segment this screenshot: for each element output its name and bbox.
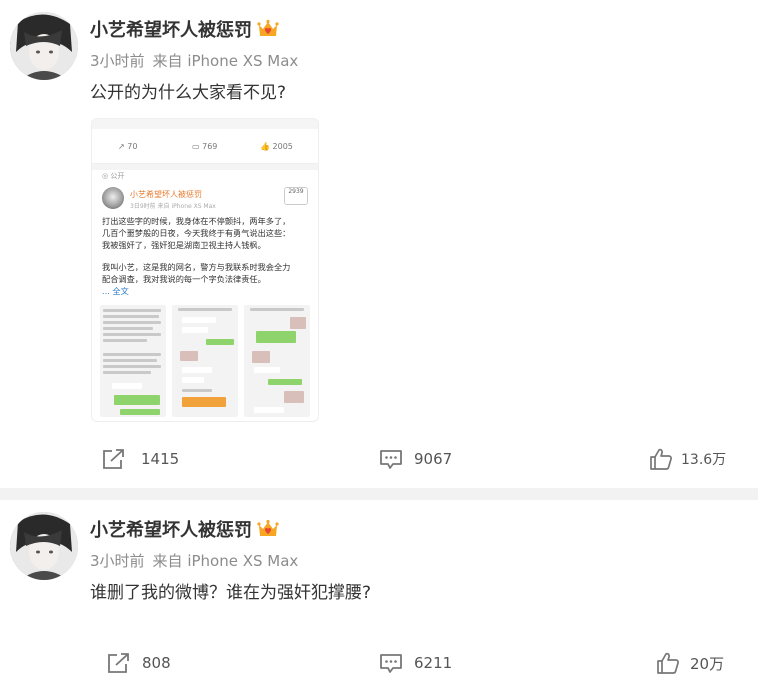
repost-icon <box>103 449 124 469</box>
thumbnail-line: 我叫小艺，这是我的网名，警方与我联系时我会全力 <box>102 262 291 272</box>
comment-icon <box>380 654 402 673</box>
post-text: 公开的为什么大家看不见? <box>90 83 287 103</box>
post-source: 来自 iPhone XS Max <box>152 552 299 570</box>
thumbs-up-icon <box>650 448 672 470</box>
thumbnail-reposts: ↗ 70 <box>118 142 138 151</box>
comment-icon <box>380 450 402 469</box>
thumbnail-line: 几百个噩梦般的日夜，今天我终于有勇气说出这些： <box>102 228 291 238</box>
post-time[interactable]: 3小时前 <box>90 52 145 70</box>
username-text[interactable]: 小艺希望坏人被惩罚 <box>90 20 252 41</box>
thumbnail-body: 打出这些字的时候，我身体在不停颤抖，两年多了， 几百个噩梦般的日夜，今天我终于有… <box>102 215 310 297</box>
thumbnail-chat-screenshots <box>100 305 310 417</box>
chat-screenshot <box>244 305 310 417</box>
thumbnail-separator <box>92 164 318 170</box>
comment-button[interactable]: 6211 <box>378 648 452 678</box>
comment-count: 9067 <box>414 450 453 468</box>
thumbs-up-icon <box>657 652 679 674</box>
post-text: 谁删了我的微博？谁在为强奸犯撑腰? <box>90 583 372 603</box>
thumbnail-comments: ▭ 769 <box>192 142 218 151</box>
post-source: 来自 iPhone XS Max <box>152 52 299 70</box>
feed-divider <box>0 488 758 500</box>
weibo-feed: 小艺希望坏人被惩罚 3小时前 来自 iPhone XS Max 公开的为什么大家看… <box>0 0 758 682</box>
repost-count: 1415 <box>141 450 180 468</box>
repost-button[interactable]: 808 <box>106 648 171 678</box>
thumbnail-visibility: ◎ 公开 <box>102 172 125 180</box>
thumbnail-avatar <box>102 187 124 209</box>
thumbnail-username: 小艺希望坏人被惩罚 <box>130 190 202 199</box>
username[interactable]: 小艺希望坏人被惩罚 <box>90 516 279 542</box>
thumbnail-line: 我被强奸了，强奸犯是湖南卫视主持人钱枫。 <box>102 240 266 250</box>
thumbnail-likes: 👍 2005 <box>260 142 293 151</box>
thumbnail-line: 配合调查，我对我说的每一个字负法律责任。 <box>102 274 266 284</box>
repost-icon <box>108 653 129 673</box>
repost-button[interactable]: 1415 <box>101 444 179 474</box>
like-count: 20万 <box>690 654 725 673</box>
avatar-image <box>10 512 78 580</box>
username-text[interactable]: 小艺希望坏人被惩罚 <box>90 520 252 541</box>
post-image-thumbnail[interactable]: ↗ 70 ▭ 769 👍 2005 ◎ 公开 小艺希望坏人被惩罚 3日9时前 来… <box>91 118 319 422</box>
weibo-post: 小艺希望坏人被惩罚 3小时前 来自 iPhone XS Max 谁删了我的微博？谁… <box>0 500 758 682</box>
thumbnail-follow-count: 2939 <box>284 187 308 205</box>
thumbnail-top-strip <box>92 119 318 129</box>
avatar[interactable] <box>10 512 78 580</box>
avatar-image <box>10 12 78 80</box>
chat-screenshot <box>172 305 238 417</box>
post-action-bar: 1415 9067 13.6万 <box>0 444 758 474</box>
avatar[interactable] <box>10 12 78 80</box>
chat-screenshot <box>100 305 166 417</box>
post-meta: 3小时前 来自 iPhone XS Max <box>90 50 298 71</box>
thumbnail-line: 打出这些字的时候，我身体在不停颤抖，两年多了， <box>102 216 291 226</box>
post-time[interactable]: 3小时前 <box>90 552 145 570</box>
thumbnail-meta: 3日9时前 来自 iPhone XS Max <box>130 203 216 210</box>
post-action-bar: 808 6211 20万 <box>0 648 758 678</box>
like-button[interactable]: 20万 <box>656 648 724 678</box>
username[interactable]: 小艺希望坏人被惩罚 <box>90 16 279 42</box>
post-meta: 3小时前 来自 iPhone XS Max <box>90 550 298 571</box>
comment-count: 6211 <box>414 654 453 672</box>
repost-count: 808 <box>142 654 171 672</box>
crown-badge-icon <box>257 19 279 36</box>
weibo-post: 小艺希望坏人被惩罚 3小时前 来自 iPhone XS Max 公开的为什么大家看… <box>0 0 758 488</box>
thumbnail-action-bar: ↗ 70 ▭ 769 👍 2005 <box>92 133 318 164</box>
comment-button[interactable]: 9067 <box>378 444 452 474</box>
like-button[interactable]: 13.6万 <box>649 444 726 474</box>
like-count: 13.6万 <box>681 452 727 468</box>
crown-badge-icon <box>257 519 279 536</box>
thumbnail-read-more: ... 全文 <box>102 286 129 296</box>
